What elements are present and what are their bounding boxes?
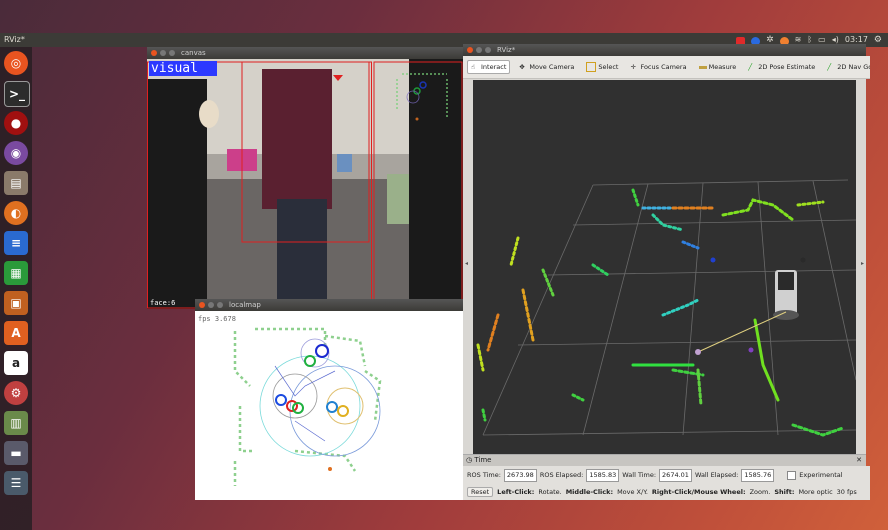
maximize-icon[interactable] [169, 50, 175, 56]
active-window-title: RViz* [4, 35, 25, 44]
stacked-apps-icon[interactable]: ☰ [4, 471, 28, 495]
pose-estimate-tool-button[interactable]: ╱ 2D Pose Estimate [745, 61, 818, 73]
app-purple-icon[interactable]: ◉ [4, 141, 28, 165]
interact-tool-button[interactable]: ☝ Interact [467, 60, 511, 74]
wall-elapsed-field[interactable]: 1585.76 [741, 468, 775, 482]
move-camera-tool-button[interactable]: ✥ Move Camera [516, 61, 577, 73]
ros-elapsed-field[interactable]: 1585.83 [586, 468, 620, 482]
hand-icon: ☝ [471, 63, 475, 71]
ubuntu-dash-icon[interactable]: ◎ [4, 51, 28, 75]
face-count-label: face:6 [150, 299, 176, 307]
terminal-icon[interactable]: >_ [4, 81, 30, 107]
shift-text: More optic [798, 488, 833, 496]
camera-image [147, 59, 463, 309]
impress-icon[interactable]: ▣ [4, 291, 28, 315]
select-tool-button[interactable]: Select [583, 60, 621, 74]
middle-click-text: Move X/Y. [617, 488, 648, 496]
select-icon [586, 62, 597, 72]
close-icon[interactable] [199, 302, 205, 308]
reset-button[interactable]: Reset [467, 487, 494, 497]
nav-goal-tool-button[interactable]: ╱2D Nav Goal [824, 61, 870, 73]
settings-icon[interactable]: ⚙ [4, 381, 28, 405]
move-camera-icon: ✥ [519, 63, 525, 71]
right-click-label: Right-Click/Mouse Wheel: [651, 488, 746, 496]
rviz-title: RViz* [497, 46, 516, 54]
canvas-titlebar[interactable]: canvas [147, 47, 463, 59]
localmap-title: localmap [229, 301, 261, 309]
trash-icon[interactable]: ▬ [4, 441, 28, 465]
maximize-icon[interactable] [217, 302, 223, 308]
workspace-icon[interactable]: ▥ [4, 411, 28, 435]
status-bar: Reset Left-Click: Rotate. Middle-Click: … [463, 484, 870, 500]
time-panel-header: ◷ Time ✕ [463, 454, 866, 466]
focus-camera-tool-button[interactable]: ✛ Focus Camera [627, 61, 689, 73]
rviz-toolbar: ☝ Interact ✥ Move Camera Select ✛ Focus Cam… [463, 56, 870, 79]
localmap-titlebar[interactable]: localmap [195, 299, 463, 311]
wall-time-field[interactable]: 2674.01 [659, 468, 692, 482]
writer-icon[interactable]: ≡ [4, 231, 28, 255]
wall-elapsed-label: Wall Elapsed: [694, 471, 739, 479]
experimental-checkbox[interactable] [787, 470, 797, 480]
measure-tool-button[interactable]: Measure [696, 61, 740, 73]
localmap-canvas [195, 311, 463, 500]
focus-camera-icon: ✛ [630, 63, 636, 71]
fps-label: fps 3.678 [198, 315, 236, 323]
rviz-3d-view[interactable] [473, 80, 856, 454]
files-icon[interactable]: ▤ [4, 171, 28, 195]
left-dock-toggle[interactable]: ◂ [463, 80, 473, 454]
time-panel-title: Time [474, 456, 492, 464]
launcher: ◎ >_ ● ◉ ▤ ◐ ≡ ▦ ▣ A a ⚙ ▥ ▬ ☰ [0, 47, 32, 530]
app-red-icon[interactable]: ● [4, 111, 28, 135]
canvas-title: canvas [181, 49, 206, 57]
wall-time-label: Wall Time: [622, 471, 657, 479]
rviz-window[interactable]: RViz* ☝ Interact ✥ Move Camera Select ✛ Foc… [463, 44, 870, 500]
close-panel-icon[interactable]: ✕ [856, 455, 862, 466]
fps-readout: 30 fps [836, 488, 857, 496]
left-click-label: Left-Click: [497, 488, 535, 496]
firefox-icon[interactable]: ◐ [4, 201, 28, 225]
ros-time-label: ROS Time: [467, 471, 501, 479]
canvas-window[interactable]: canvas visual face:6 [147, 47, 463, 309]
right-dock-toggle[interactable]: ▸ [856, 80, 866, 454]
close-icon[interactable] [151, 50, 157, 56]
localmap-window[interactable]: localmap fps 3.678 [195, 299, 463, 500]
minimize-icon[interactable] [160, 50, 166, 56]
visual-label: visual [149, 61, 217, 76]
left-click-text: Rotate. [538, 488, 562, 496]
nav-goal-icon: ╱ [827, 63, 832, 71]
ros-time-field[interactable]: 2673.98 [503, 468, 537, 482]
minimize-icon[interactable] [476, 47, 482, 53]
experimental-label: Experimental [799, 471, 843, 479]
ros-elapsed-label: ROS Elapsed: [539, 471, 584, 479]
calc-icon[interactable]: ▦ [4, 261, 28, 285]
measure-icon [698, 65, 707, 69]
right-click-text: Zoom. [749, 488, 771, 496]
amazon-icon[interactable]: a [4, 351, 28, 375]
middle-click-label: Middle-Click: [565, 488, 614, 496]
power-gear-icon[interactable]: ⚙ [874, 33, 882, 47]
clock-icon: ◷ [466, 456, 473, 464]
software-center-icon[interactable]: A [4, 321, 28, 345]
rviz-titlebar[interactable]: RViz* [463, 44, 866, 56]
shift-label: Shift: [774, 488, 795, 496]
maximize-icon[interactable] [485, 47, 491, 53]
time-panel: ROS Time: 2673.98 ROS Elapsed: 1585.83 W… [463, 466, 870, 484]
minimize-icon[interactable] [208, 302, 214, 308]
pose-arrow-icon: ╱ [748, 63, 753, 71]
close-icon[interactable] [467, 47, 473, 53]
